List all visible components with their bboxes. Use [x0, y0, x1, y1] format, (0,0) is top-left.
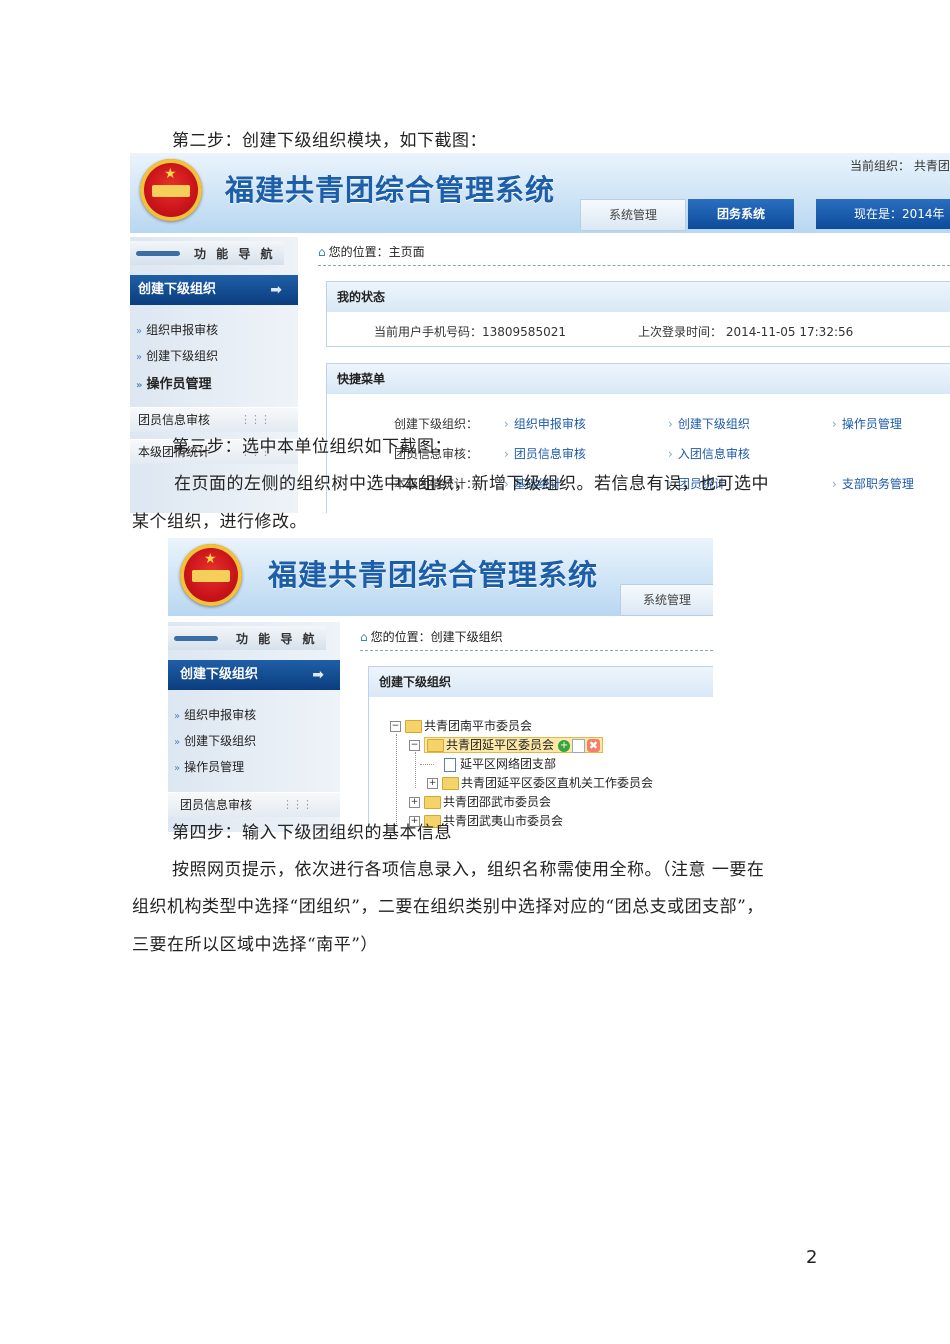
tab-league-system[interactable]: 团务系统	[688, 199, 794, 229]
nav-item-org-review[interactable]: » 组织申报审核	[168, 706, 256, 723]
nav-item-operator-management[interactable]: » 操作员管理	[168, 758, 244, 775]
step2-heading: 第二步：创建下级组织模块，如下截图：	[172, 131, 487, 151]
quick-link[interactable]: › 组织申报审核	[504, 415, 586, 432]
tree-node-root[interactable]: − 共青团南平市委员会	[390, 718, 532, 735]
nav-group-member-review[interactable]: 团员信息审核 ⋮⋮⋮	[130, 407, 298, 432]
tree-node-child[interactable]: + 共青团延平区委区直机关工作委员会	[427, 775, 653, 792]
sidebar: 功 能 导 航 创建下级组织 ➡ » 组织申报审核 » 创建下级组织 » 操作员管理 团…	[168, 622, 340, 832]
delete-icon[interactable]: ✖	[587, 739, 601, 752]
nav-selected-create-org[interactable]: 创建下级组织 ➡	[130, 275, 298, 305]
expand-icon: +	[409, 797, 420, 808]
edit-icon[interactable]	[572, 738, 586, 753]
nav-group-member-review[interactable]: 团员信息审核 ⋮⋮⋮	[168, 792, 340, 817]
tab-system-management[interactable]: 系统管理	[620, 584, 713, 616]
header-banner: ★ 福建共青团综合管理系统 当前组织： 共青团 系统管理 团务系统 现在是：20…	[130, 153, 950, 251]
create-org-panel-title: 创建下级组织	[369, 667, 713, 697]
add-icon[interactable]: +	[558, 739, 571, 752]
nav-item-create-org[interactable]: » 创建下级组织	[168, 732, 256, 749]
double-chevron-icon: »	[174, 711, 181, 722]
step3-body-line1: 在页面的左侧的组织树中选中本组织，新增下级组织。若信息有误，也可选中	[174, 474, 769, 494]
current-org: 当前组织： 共青团	[850, 159, 950, 173]
league-emblem-icon: ★	[180, 544, 242, 606]
arrow-right-icon: ➡	[312, 667, 324, 683]
nav-item-org-review[interactable]: » 组织申报审核	[130, 321, 218, 338]
double-chevron-icon: »	[136, 326, 143, 337]
home-icon: ⌂	[318, 245, 326, 259]
nav-header: 功 能 导 航	[130, 241, 284, 265]
double-chevron-icon: »	[136, 380, 143, 391]
step3-heading: 第三步：选中本单位组织如下截图：	[172, 437, 452, 457]
grip-icon: ⋮⋮⋮	[240, 413, 271, 426]
nav-header: 功 能 导 航	[168, 626, 326, 650]
breadcrumb: ⌂ 您的位置：创建下级组织	[360, 628, 713, 651]
nav-item-create-org[interactable]: » 创建下级组织	[130, 347, 218, 364]
step4-body-line2: 组织机构类型中选择“团组织”，二要在组织类别中选择对应的“团总支或团支部”，	[132, 897, 764, 917]
tree-node-child[interactable]: 延平区网络团支部	[444, 756, 556, 773]
system-title: 福建共青团综合管理系统	[225, 173, 556, 207]
double-chevron-icon: »	[136, 352, 143, 363]
step4-body-line3: 三要在所以区域中选择“南平”）	[132, 935, 378, 955]
nav-selected-create-org[interactable]: 创建下级组织 ➡	[168, 660, 340, 690]
tree-node-selected[interactable]: − 共青团延平区委员会 + ✖	[409, 737, 604, 754]
expand-icon: +	[427, 778, 438, 789]
grip-icon: ⋮⋮⋮	[282, 798, 313, 811]
home-icon: ⌂	[360, 630, 368, 644]
quick-link[interactable]: › 创建下级组织	[668, 415, 750, 432]
page-number: 2	[806, 1247, 818, 1268]
step4-heading: 第四步：输入下级团组织的基本信息	[172, 823, 452, 843]
breadcrumb: ⌂ 您的位置：主页面	[318, 243, 950, 266]
step3-body-line2: 某个组织，进行修改。	[132, 512, 307, 532]
quick-link[interactable]: › 入团信息审核	[668, 445, 750, 462]
nav-item-operator-management[interactable]: » 操作员管理	[130, 373, 211, 392]
folder-icon	[424, 796, 441, 809]
arrow-right-icon: ➡	[270, 282, 282, 298]
quick-menu-title: 快捷菜单	[327, 364, 950, 394]
tree-node-sibling[interactable]: + 共青团邵武市委员会	[409, 794, 551, 811]
quick-link[interactable]: › 操作员管理	[832, 415, 902, 432]
header-banner: ★ 福建共青团综合管理系统 系统管理	[168, 538, 713, 616]
phone-label: 当前用户手机号码：13809585021	[374, 325, 566, 339]
double-chevron-icon: »	[174, 737, 181, 748]
folder-icon	[427, 739, 444, 752]
screenshot-create-org: ★ 福建共青团综合管理系统 系统管理 功 能 导 航 创建下级组织 ➡ » 组织申报…	[168, 538, 713, 832]
quick-link[interactable]: › 团员信息审核	[504, 445, 586, 462]
double-chevron-icon: »	[174, 763, 181, 774]
step4-body-line1: 按照网页提示，依次进行各项信息录入，组织名称需使用全称。（注意 一要在	[172, 860, 765, 880]
tab-system-management[interactable]: 系统管理	[580, 199, 686, 231]
quick-link[interactable]: › 支部职务管理	[832, 475, 914, 492]
current-time: 现在是：2014年11	[816, 199, 950, 251]
status-panel-title: 我的状态	[327, 282, 950, 312]
row1-label: 创建下级组织：	[394, 417, 479, 431]
folder-icon	[405, 720, 422, 733]
document-icon	[444, 757, 456, 772]
screenshot-home: ★ 福建共青团综合管理系统 当前组织： 共青团 系统管理 团务系统 现在是：20…	[130, 153, 950, 513]
collapse-icon: −	[409, 740, 420, 751]
folder-icon	[442, 777, 459, 790]
collapse-icon: −	[390, 721, 401, 732]
last-login: 上次登录时间： 2014-11-05 17:32:56	[638, 325, 854, 339]
system-title: 福建共青团综合管理系统	[268, 558, 599, 592]
league-emblem-icon: ★	[140, 159, 202, 221]
